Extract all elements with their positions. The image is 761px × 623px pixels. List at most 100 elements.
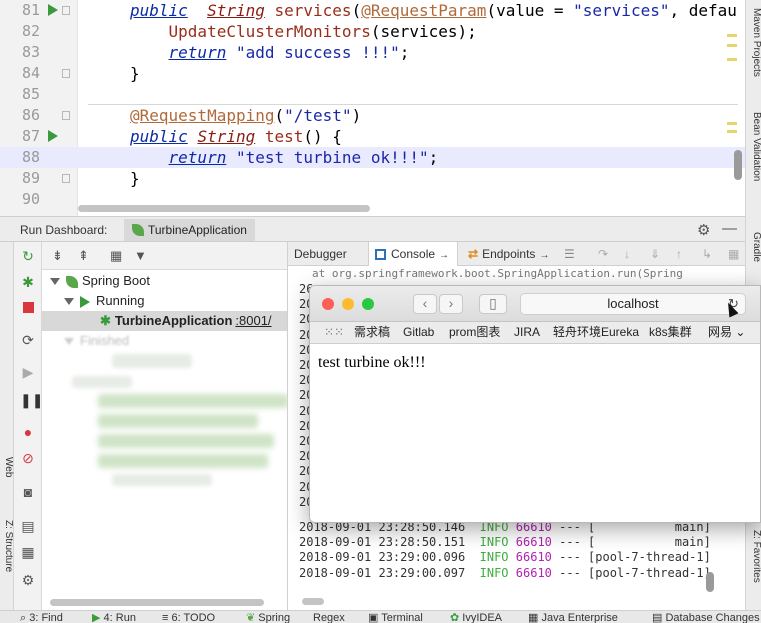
tab-console[interactable]: Console → <box>368 242 458 266</box>
gear-icon[interactable]: ⚙ <box>697 221 710 239</box>
collapse-all-icon[interactable]: ⇞ <box>78 248 89 264</box>
evaluate-icon[interactable]: ▦ <box>728 242 739 266</box>
tree-node-finished[interactable]: Finished <box>42 331 287 351</box>
tab-debugger[interactable]: Debugger <box>294 242 347 266</box>
console-horizontal-scrollbar[interactable] <box>302 598 324 605</box>
code-line[interactable]: 82 UpdateClusterMonitors(services); <box>0 21 745 42</box>
filter-icon[interactable]: ▼ <box>134 248 147 263</box>
debug-bug-icon[interactable]: ✱ <box>20 274 36 290</box>
line-number[interactable]: 88 <box>4 147 40 168</box>
tool-todo[interactable]: ≡ 6: TODO <box>162 612 215 623</box>
tab-turbine-application[interactable]: TurbineApplication <box>124 219 255 241</box>
error-stripe-mark[interactable] <box>727 44 737 47</box>
pause-icon[interactable]: ❚❚ <box>20 392 43 408</box>
run-gutter-icon[interactable] <box>48 130 58 142</box>
bookmark-item[interactable]: 轻舟环境Eureka <box>553 322 639 343</box>
tab-gradle[interactable]: Gradle <box>748 232 761 262</box>
code-line[interactable]: 88 return "test turbine ok!!!"; <box>0 147 745 168</box>
tab-favorites[interactable]: Z: Favorites <box>748 530 761 583</box>
code-line[interactable]: 89} <box>0 168 745 189</box>
settings-icon[interactable]: ⚙ <box>20 572 36 588</box>
tool-regex[interactable]: Regex <box>313 612 345 623</box>
tree-node-spring-boot[interactable]: Spring Boot <box>42 271 287 291</box>
bookmark-item[interactable]: 需求稿 <box>354 322 390 343</box>
tool-terminal[interactable]: ▣ Terminal <box>368 612 423 623</box>
tool-ivyidea[interactable]: ✿ IvyIDEA <box>450 612 502 623</box>
port-link[interactable]: :8001/ <box>235 313 271 328</box>
sidebar-toggle-button[interactable]: ▯ <box>479 294 507 314</box>
tool-spring[interactable]: ❦ Spring <box>246 612 290 623</box>
code-line[interactable]: 83 return "add success !!!"; <box>0 42 745 63</box>
apps-grid-icon[interactable]: ⁙⁙ <box>324 322 344 343</box>
error-stripe-mark[interactable] <box>727 122 737 125</box>
bookmark-item[interactable]: Gitlab <box>403 322 434 343</box>
line-number[interactable]: 82 <box>4 21 40 42</box>
grid-icon[interactable]: ▦ <box>20 544 36 560</box>
bookmark-folder[interactable]: 网易 ⌄ <box>708 322 745 343</box>
bookmark-item[interactable]: JIRA <box>514 322 540 343</box>
step-into-icon[interactable]: ↓ <box>624 242 630 266</box>
step-out-icon[interactable]: ↑ <box>676 242 682 266</box>
mute-breakpoints-icon[interactable]: ⊘ <box>20 450 36 466</box>
run-gutter-icon[interactable] <box>48 4 58 16</box>
expand-all-icon[interactable]: ⇟ <box>52 248 63 264</box>
tree-horizontal-scrollbar[interactable] <box>50 599 264 606</box>
tab-maven-projects[interactable]: Maven Projects <box>748 8 761 77</box>
pin-icon[interactable]: → <box>439 250 449 261</box>
view-breakpoints-icon[interactable]: ● <box>20 424 36 440</box>
tab-structure[interactable]: Z: Structure <box>0 520 14 572</box>
fold-marker-icon[interactable] <box>62 111 70 120</box>
code-editor[interactable]: 81 public String services(@RequestParam(v… <box>0 0 745 216</box>
line-number[interactable]: 90 <box>4 189 40 210</box>
address-bar[interactable]: localhost <box>520 293 746 315</box>
resume-icon[interactable]: ▶ <box>20 364 36 380</box>
error-stripe-mark[interactable] <box>727 58 737 61</box>
line-number[interactable]: 81 <box>4 0 40 21</box>
minimize-window-button[interactable] <box>342 298 354 310</box>
tab-web[interactable]: Web <box>0 457 14 477</box>
bookmark-item[interactable]: prom图表 <box>449 322 500 343</box>
error-stripe-mark[interactable] <box>727 130 737 133</box>
line-number[interactable]: 89 <box>4 168 40 189</box>
stop-icon[interactable] <box>20 300 36 316</box>
line-number[interactable]: 86 <box>4 105 40 126</box>
tab-bean-validation[interactable]: Bean Validation <box>748 112 761 181</box>
tree-node-turbine-application[interactable]: ✱ TurbineApplication:8001/ <box>42 311 287 331</box>
group-icon[interactable]: ▦ <box>110 248 122 264</box>
line-number[interactable]: 87 <box>4 126 40 147</box>
editor-vertical-scrollbar[interactable] <box>734 150 742 180</box>
force-step-into-icon[interactable]: ⇓ <box>650 242 660 266</box>
editor-horizontal-scrollbar[interactable] <box>78 205 370 212</box>
code-line[interactable]: 81 public String services(@RequestParam(v… <box>0 0 745 21</box>
fold-marker-icon[interactable] <box>62 174 70 183</box>
maximize-window-button[interactable] <box>362 298 374 310</box>
tool-java-enterprise[interactable]: ▦ Java Enterprise <box>528 612 618 623</box>
run-to-cursor-icon[interactable]: ↳ <box>702 242 712 266</box>
pin-icon[interactable]: → <box>539 250 549 261</box>
minimize-icon[interactable]: — <box>722 220 737 237</box>
expand-arrow-icon[interactable] <box>50 278 60 286</box>
tool-find[interactable]: ⌕ 3: Find <box>20 612 63 623</box>
line-number[interactable]: 83 <box>4 42 40 63</box>
fold-marker-icon[interactable] <box>62 6 70 15</box>
console-vertical-scrollbar[interactable] <box>706 572 714 592</box>
tool-database-changes[interactable]: ▤ Database Changes <box>652 612 760 623</box>
tree-node-running[interactable]: Running <box>42 291 287 311</box>
close-window-button[interactable] <box>322 298 334 310</box>
rerun-icon[interactable]: ↻ <box>20 248 36 264</box>
tool-run[interactable]: ▶ 4: Run <box>92 612 136 623</box>
layout-icon[interactable]: ▤ <box>20 518 36 534</box>
tab-endpoints[interactable]: ⇄ Endpoints → <box>464 242 549 266</box>
line-number[interactable]: 85 <box>4 84 40 105</box>
code-line[interactable]: 85 <box>0 84 745 105</box>
code-line[interactable]: 86 @RequestMapping("/test") <box>0 105 745 126</box>
code-line[interactable]: 84} <box>0 63 745 84</box>
line-number[interactable]: 84 <box>4 63 40 84</box>
browser-window[interactable]: ‹ › ▯ localhost ↻ ⁙⁙ 需求稿 Gitlab prom图表 J… <box>309 285 761 523</box>
bookmark-item[interactable]: k8s集群 <box>649 322 692 343</box>
fold-marker-icon[interactable] <box>62 69 70 78</box>
back-button[interactable]: ‹ <box>413 294 437 314</box>
step-over-icon[interactable]: ↷ <box>598 242 608 266</box>
code-line[interactable]: 87 public String test() { <box>0 126 745 147</box>
camera-icon[interactable]: ◙ <box>20 484 36 500</box>
